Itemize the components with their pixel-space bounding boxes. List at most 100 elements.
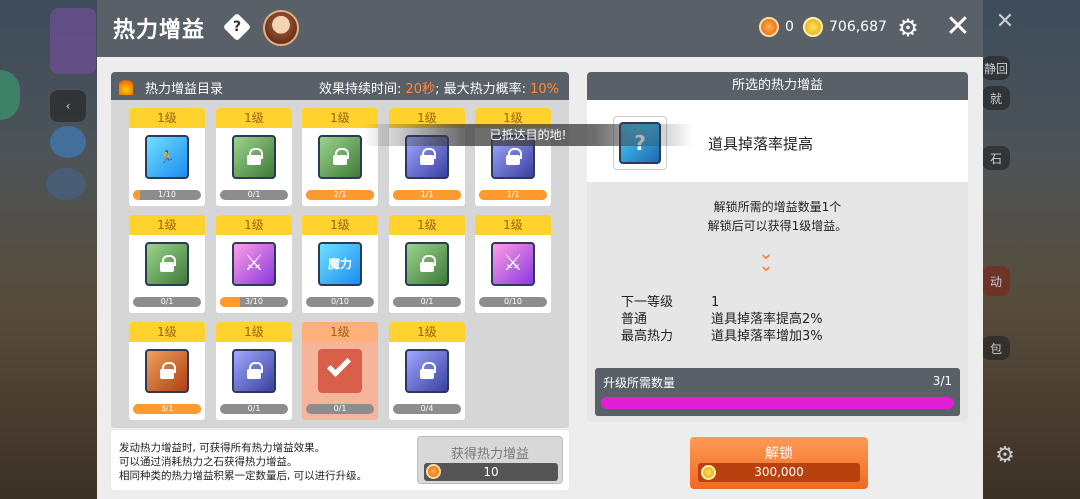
- buff-icon: 魔力: [318, 242, 362, 286]
- card-level: 1级: [216, 108, 292, 128]
- help-icon[interactable]: ?: [222, 12, 252, 42]
- buff-card[interactable]: 1级 🏃 1/10: [129, 108, 205, 206]
- card-level: 1级: [216, 215, 292, 235]
- unlock-button[interactable]: 解锁 300,000: [690, 437, 868, 489]
- handshake-icon[interactable]: [46, 168, 86, 200]
- gold-coin-icon: [701, 465, 716, 480]
- buff-card[interactable]: 1级 1/1: [475, 108, 551, 206]
- heat-stone-icon: [759, 17, 779, 37]
- selected-header: 所选的热力增益: [587, 72, 968, 100]
- duration-value: 20秒: [405, 82, 436, 97]
- buff-card[interactable]: 1级 1/1: [389, 108, 465, 206]
- buff-icon: [232, 135, 276, 179]
- buff-card[interactable]: 1级 3/1: [129, 322, 205, 420]
- sidebar-label-2[interactable]: 石: [982, 146, 1010, 170]
- card-progress-text: 1/10: [158, 190, 176, 199]
- unlock-label: 解锁: [765, 446, 793, 462]
- upgrade-progress: 升级所需数量 3/1: [595, 368, 960, 416]
- left-game-sidebar: ‹: [0, 0, 97, 499]
- close-button[interactable]: ✕: [943, 12, 973, 42]
- card-progress-text: 2/1: [333, 190, 347, 199]
- sidebar-label-0[interactable]: 静回: [982, 56, 1010, 80]
- lock-icon: [247, 148, 263, 165]
- card-progress-text: 0/1: [247, 404, 261, 413]
- toast-message: 已抵达目的地!: [363, 124, 693, 146]
- buff-icon: [145, 349, 189, 393]
- heat-stone-icon: [426, 464, 441, 479]
- card-progress-fill: [133, 190, 140, 200]
- close-x-background-icon[interactable]: ✕: [990, 6, 1020, 36]
- card-progress-bar: 0/1: [133, 297, 201, 307]
- selected-buff-name: 道具掉落率提高: [708, 135, 814, 153]
- settings-gear-icon[interactable]: ⚙: [990, 440, 1020, 470]
- buff-card[interactable]: 1级 0/1: [302, 322, 378, 420]
- settings-icon[interactable]: ⚙: [893, 14, 923, 42]
- buff-card[interactable]: 1级 0/1: [216, 322, 292, 420]
- back-arrow-icon[interactable]: ‹: [50, 90, 86, 122]
- buff-card[interactable]: 1级 ⚔ 3/10: [216, 215, 292, 313]
- card-progress-bar: 0/1: [306, 404, 374, 414]
- buff-glyph: ⚔: [244, 251, 264, 276]
- description-line: 相同种类的热力增益积累一定数量后, 可以进行升级。: [119, 470, 368, 482]
- lock-icon: [420, 362, 436, 379]
- character-portrait[interactable]: [50, 8, 96, 74]
- gold-count: 706,687: [829, 19, 887, 35]
- get-buff-label: 获得热力增益: [450, 447, 529, 462]
- buff-card[interactable]: 1级魔力 0/10: [302, 215, 378, 313]
- buff-card[interactable]: 1级 0/1: [389, 215, 465, 313]
- buff-card[interactable]: 1级 0/1: [129, 215, 205, 313]
- description-box: 发动热力增益时, 可获得所有热力增益效果。 可以通过消耗热力之石获得热力增益。 …: [111, 430, 569, 490]
- sidebar-label-3[interactable]: 动: [982, 266, 1010, 296]
- card-progress-text: 3/10: [245, 297, 263, 306]
- lock-icon: [247, 362, 263, 379]
- quest-icon[interactable]: [50, 126, 86, 158]
- max-heat-value: 道具掉落率增加3%: [711, 329, 823, 344]
- card-progress-text: 1/1: [506, 190, 520, 199]
- buff-glyph: ⚔: [503, 251, 523, 276]
- card-level: 1级: [302, 215, 378, 235]
- lock-icon: [333, 148, 349, 165]
- unlock-price-value: 300,000: [754, 465, 804, 479]
- buff-card[interactable]: 1级 0/1: [216, 108, 292, 206]
- buff-card[interactable]: 1级 ⚔ 0/10: [475, 215, 551, 313]
- upgrade-progress-bar: [601, 397, 954, 409]
- map-icon[interactable]: [0, 70, 20, 120]
- card-progress-bar: 0/10: [306, 297, 374, 307]
- normal-label: 普通: [621, 312, 648, 327]
- sidebar-label-4[interactable]: 包: [982, 336, 1010, 360]
- buff-icon: [405, 349, 449, 393]
- sidebar-label-1[interactable]: 就: [982, 86, 1010, 110]
- card-level: 1级: [216, 322, 292, 342]
- description-line: 可以通过消耗热力之石获得热力增益。: [119, 456, 298, 468]
- buff-card[interactable]: 1级 2/1: [302, 108, 378, 206]
- flame-icon: [119, 77, 133, 95]
- unlock-price: 300,000: [698, 463, 860, 482]
- buff-icon: [145, 242, 189, 286]
- help-glyph: ?: [232, 19, 242, 35]
- card-progress-bar: 0/4: [393, 404, 461, 414]
- prob-label: 最大热力概率:: [443, 82, 531, 97]
- card-progress-bar: 0/1: [220, 404, 288, 414]
- mascot-icon: [263, 10, 299, 46]
- chevron-down-icon: ⌄ ⌄: [758, 243, 774, 276]
- lock-icon: [420, 148, 436, 165]
- buff-icon: [405, 242, 449, 286]
- card-level: 1级: [129, 108, 205, 128]
- catalog-info: 效果持续时间: 20秒; 最大热力概率: 10%: [319, 78, 559, 97]
- panel-header: 热力增益 ? 0 706,687 ⚙ ✕: [97, 0, 983, 57]
- card-progress-bar: 1/1: [479, 190, 547, 200]
- description-line: 发动热力增益时, 可获得所有热力增益效果。: [119, 442, 326, 454]
- card-progress-bar: 2/1: [306, 190, 374, 200]
- lock-icon: [160, 362, 176, 379]
- check-icon: [326, 352, 352, 378]
- card-progress-text: 0/1: [247, 190, 261, 199]
- get-buff-button[interactable]: 获得热力增益 10: [417, 436, 563, 484]
- card-progress-text: 3/1: [160, 404, 174, 413]
- lock-icon: [160, 255, 176, 272]
- upgrade-count: 3/1: [932, 374, 952, 388]
- buff-card[interactable]: 1级 0/4: [389, 322, 465, 420]
- buff-icon: [232, 349, 276, 393]
- max-heat-row: 最高热力 道具掉落率增加3%: [621, 328, 823, 345]
- card-level: 1级: [129, 215, 205, 235]
- get-buff-cost-value: 10: [483, 465, 499, 479]
